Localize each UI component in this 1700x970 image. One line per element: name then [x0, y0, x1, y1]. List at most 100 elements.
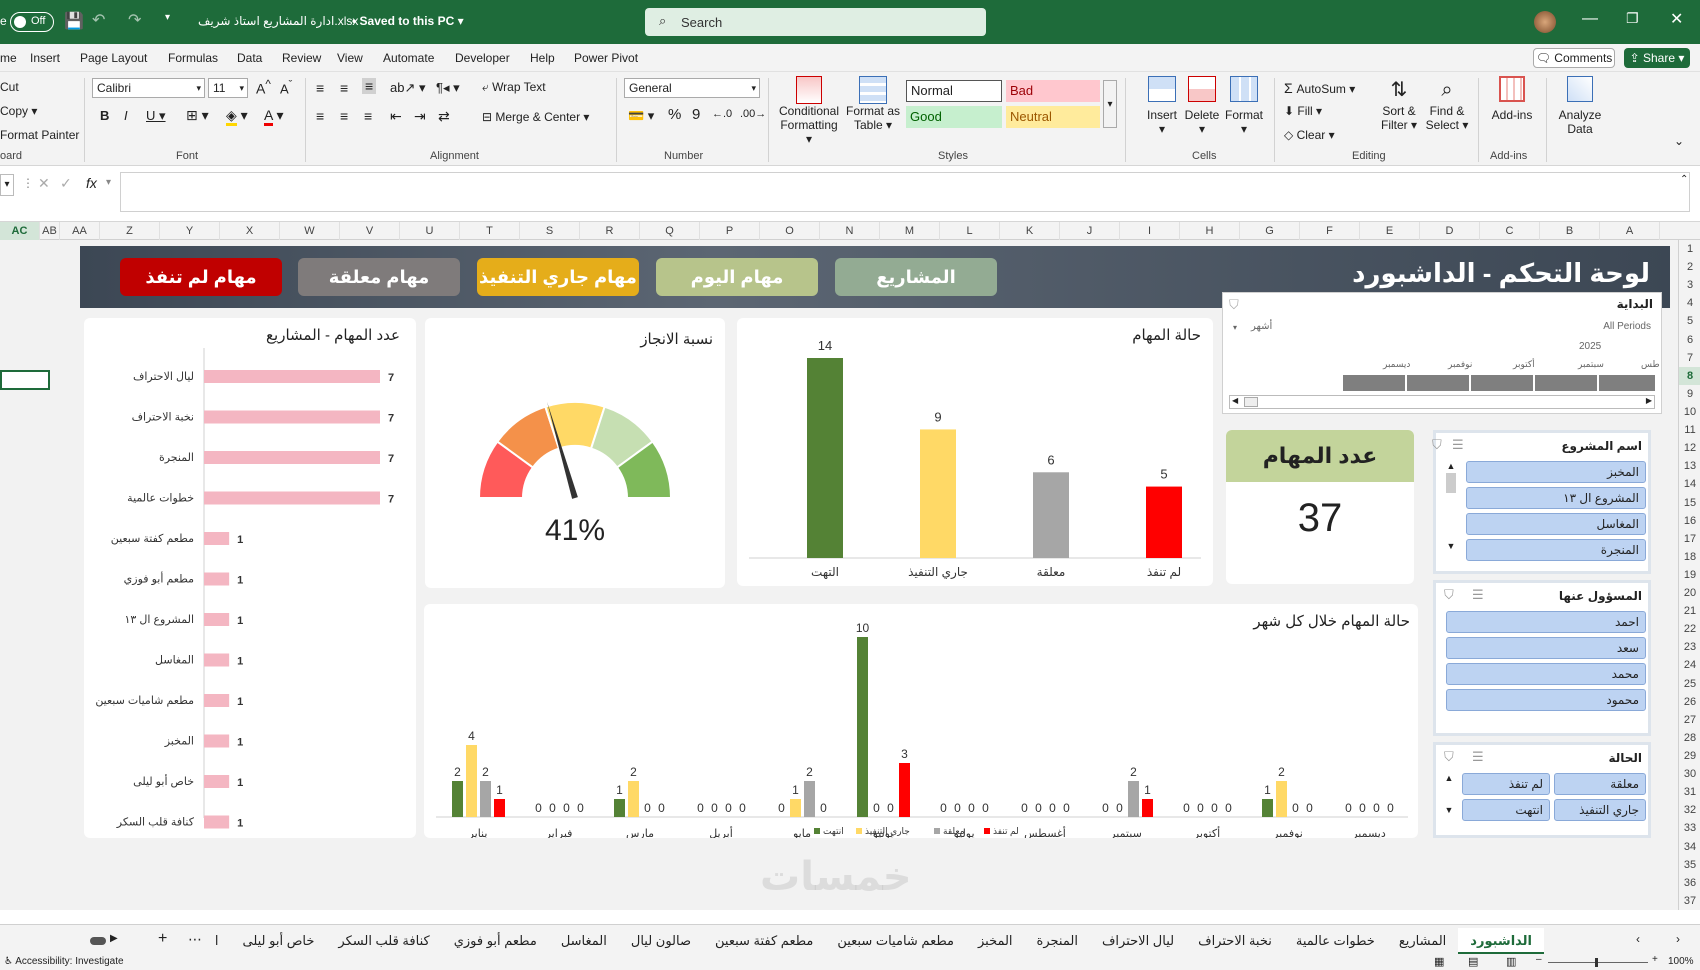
- style-bad[interactable]: Bad: [1006, 80, 1100, 102]
- row-header[interactable]: 13: [1679, 457, 1700, 475]
- owner-slicer-item[interactable]: احمد: [1446, 611, 1646, 633]
- column-header[interactable]: Q: [640, 222, 700, 240]
- conditional-formatting-button[interactable]: Conditional Formatting ▾: [776, 76, 842, 146]
- sheet-tab[interactable]: المغاسل: [549, 928, 619, 954]
- underline-button[interactable]: U ▾: [146, 108, 166, 124]
- sheet-tab[interactable]: الداشبورد: [1458, 928, 1544, 954]
- nav-projects-button[interactable]: المشاريع: [835, 258, 997, 296]
- percent-style-icon[interactable]: %: [668, 106, 681, 123]
- style-good[interactable]: Good: [906, 106, 1002, 128]
- formula-input[interactable]: [120, 172, 1690, 212]
- tab-developer[interactable]: Developer: [455, 51, 510, 65]
- sheet-tab[interactable]: خاص أبو ليلى: [231, 928, 327, 954]
- row-header[interactable]: 20: [1679, 584, 1700, 602]
- tab-help[interactable]: Help: [530, 51, 555, 65]
- row-header[interactable]: 1: [1679, 240, 1700, 258]
- maximize-icon[interactable]: ❐: [1626, 10, 1639, 27]
- comma-style-icon[interactable]: 9: [692, 106, 700, 123]
- clear-filter-icon[interactable]: ⛉: [1432, 437, 1442, 453]
- accounting-format-icon[interactable]: 💳 ▾: [628, 108, 654, 124]
- row-header[interactable]: 35: [1679, 856, 1700, 874]
- tab-scroll-handle[interactable]: [90, 937, 106, 945]
- tab-nav-right-icon[interactable]: ›: [1676, 932, 1680, 946]
- project-slicer[interactable]: اسم المشروع ☰ ⛉ المخبز المشروع ال ١٣ الم…: [1432, 430, 1651, 574]
- merge-center-button[interactable]: ⊟ Merge & Center ▾: [482, 110, 589, 124]
- column-header[interactable]: X: [220, 222, 280, 240]
- align-right-icon[interactable]: ≡: [364, 108, 372, 124]
- sheet-tab[interactable]: نخبة الاحتراف: [1186, 928, 1284, 954]
- column-header[interactable]: Z: [100, 222, 160, 240]
- search-box[interactable]: ⌕ Search: [645, 8, 986, 36]
- slicer-scrollbar[interactable]: ▲ ▼: [1442, 773, 1456, 823]
- copy-button[interactable]: Copy ▾: [0, 104, 37, 118]
- increase-indent-icon[interactable]: ⇥: [414, 108, 426, 125]
- clear-filter-icon[interactable]: ⛉: [1444, 587, 1454, 603]
- save-status[interactable]: • Saved to this PC ▾: [352, 14, 464, 28]
- row-header[interactable]: 2: [1679, 258, 1700, 276]
- row-header[interactable]: 28: [1679, 729, 1700, 747]
- clear-button[interactable]: ◇ Clear ▾: [1284, 128, 1335, 142]
- row-header[interactable]: 36: [1679, 874, 1700, 892]
- tab-page-layout[interactable]: Page Layout: [80, 51, 147, 65]
- comments-button[interactable]: 🗨 Comments: [1533, 48, 1615, 68]
- column-header[interactable]: AC: [0, 222, 40, 240]
- sheet-tab[interactable]: صالون ليال: [619, 928, 703, 954]
- collapse-ribbon-icon[interactable]: ⌄: [1674, 134, 1684, 148]
- more-sheets-icon[interactable]: ⋯: [188, 931, 202, 948]
- normal-view-icon[interactable]: ▦: [1434, 955, 1444, 968]
- row-header[interactable]: 32: [1679, 801, 1700, 819]
- row-header[interactable]: 29: [1679, 747, 1700, 765]
- row-header[interactable]: 7: [1679, 349, 1700, 367]
- tab-data[interactable]: Data: [237, 51, 262, 65]
- project-slicer-item[interactable]: المنجرة: [1466, 539, 1646, 561]
- status-slicer-item[interactable]: لم تنفذ: [1462, 773, 1550, 795]
- wrap-text-button[interactable]: ⤶ Wrap Text: [482, 80, 546, 95]
- user-avatar[interactable]: [1534, 11, 1556, 33]
- column-header[interactable]: B: [1540, 222, 1600, 240]
- borders-icon[interactable]: ⊞ ▾: [186, 107, 209, 124]
- increase-font-icon[interactable]: A^: [256, 78, 271, 97]
- column-header[interactable]: H: [1180, 222, 1240, 240]
- column-header[interactable]: C: [1480, 222, 1540, 240]
- row-header[interactable]: 25: [1679, 675, 1700, 693]
- name-box[interactable]: ▾: [0, 174, 14, 196]
- row-header[interactable]: 14: [1679, 475, 1700, 493]
- row-header[interactable]: 9: [1679, 385, 1700, 403]
- sheet-tab[interactable]: خطوات عالمية: [1284, 928, 1387, 954]
- row-header[interactable]: 6: [1679, 331, 1700, 349]
- confirm-entry-icon[interactable]: ✓: [60, 175, 72, 192]
- tab-home[interactable]: me: [0, 51, 17, 65]
- format-painter-button[interactable]: Format Painter: [0, 128, 79, 142]
- row-header[interactable]: 17: [1679, 530, 1700, 548]
- sheet-tab[interactable]: مطعم شاميات سبعين: [825, 928, 966, 954]
- column-header[interactable]: R: [580, 222, 640, 240]
- nav-in-progress-button[interactable]: مهام جاري التنفيذ: [477, 258, 639, 296]
- number-format-select[interactable]: General ▾: [624, 78, 760, 98]
- page-break-view-icon[interactable]: ▥: [1506, 955, 1516, 968]
- zoom-level[interactable]: 100%: [1668, 956, 1694, 967]
- tab-power-pivot[interactable]: Power Pivot: [574, 51, 638, 65]
- owner-slicer-item[interactable]: سعد: [1446, 637, 1646, 659]
- sheet-tab[interactable]: مطعم كفتة سبعين: [703, 928, 825, 954]
- row-header[interactable]: 23: [1679, 638, 1700, 656]
- row-header[interactable]: 11: [1679, 421, 1700, 439]
- undo-icon[interactable]: ↶: [92, 10, 105, 30]
- column-header[interactable]: G: [1240, 222, 1300, 240]
- row-header[interactable]: 15: [1679, 494, 1700, 512]
- styles-gallery-more[interactable]: ▾: [1103, 80, 1117, 128]
- cut-button[interactable]: Cut: [0, 80, 19, 94]
- column-header[interactable]: U: [400, 222, 460, 240]
- insert-function-icon[interactable]: fx: [86, 175, 97, 191]
- expand-formula-bar-icon[interactable]: ⌃: [1680, 174, 1688, 185]
- fill-button[interactable]: ⬇ Fill ▾: [1284, 104, 1322, 118]
- share-button[interactable]: ⇪ Share ▾: [1624, 48, 1690, 68]
- decrease-decimal-icon[interactable]: .00→: [740, 108, 766, 120]
- status-slicer-item[interactable]: جاري التنفيذ: [1554, 799, 1646, 821]
- tab-scroll-right-icon[interactable]: ▶: [110, 933, 118, 944]
- add-sheet-icon[interactable]: +: [158, 930, 167, 948]
- column-header[interactable]: AB: [40, 222, 60, 240]
- status-slicer-item[interactable]: انتهت: [1462, 799, 1550, 821]
- timeline-slicer[interactable]: البداية ⛉ All Periods أشهر ▾ 2025 ديسمبر…: [1222, 292, 1662, 414]
- minimize-icon[interactable]: —: [1582, 10, 1598, 28]
- status-slicer[interactable]: الحالة ☰ ⛉ معلقة لم تنفذ جاري التنفيذ ان…: [1433, 742, 1651, 838]
